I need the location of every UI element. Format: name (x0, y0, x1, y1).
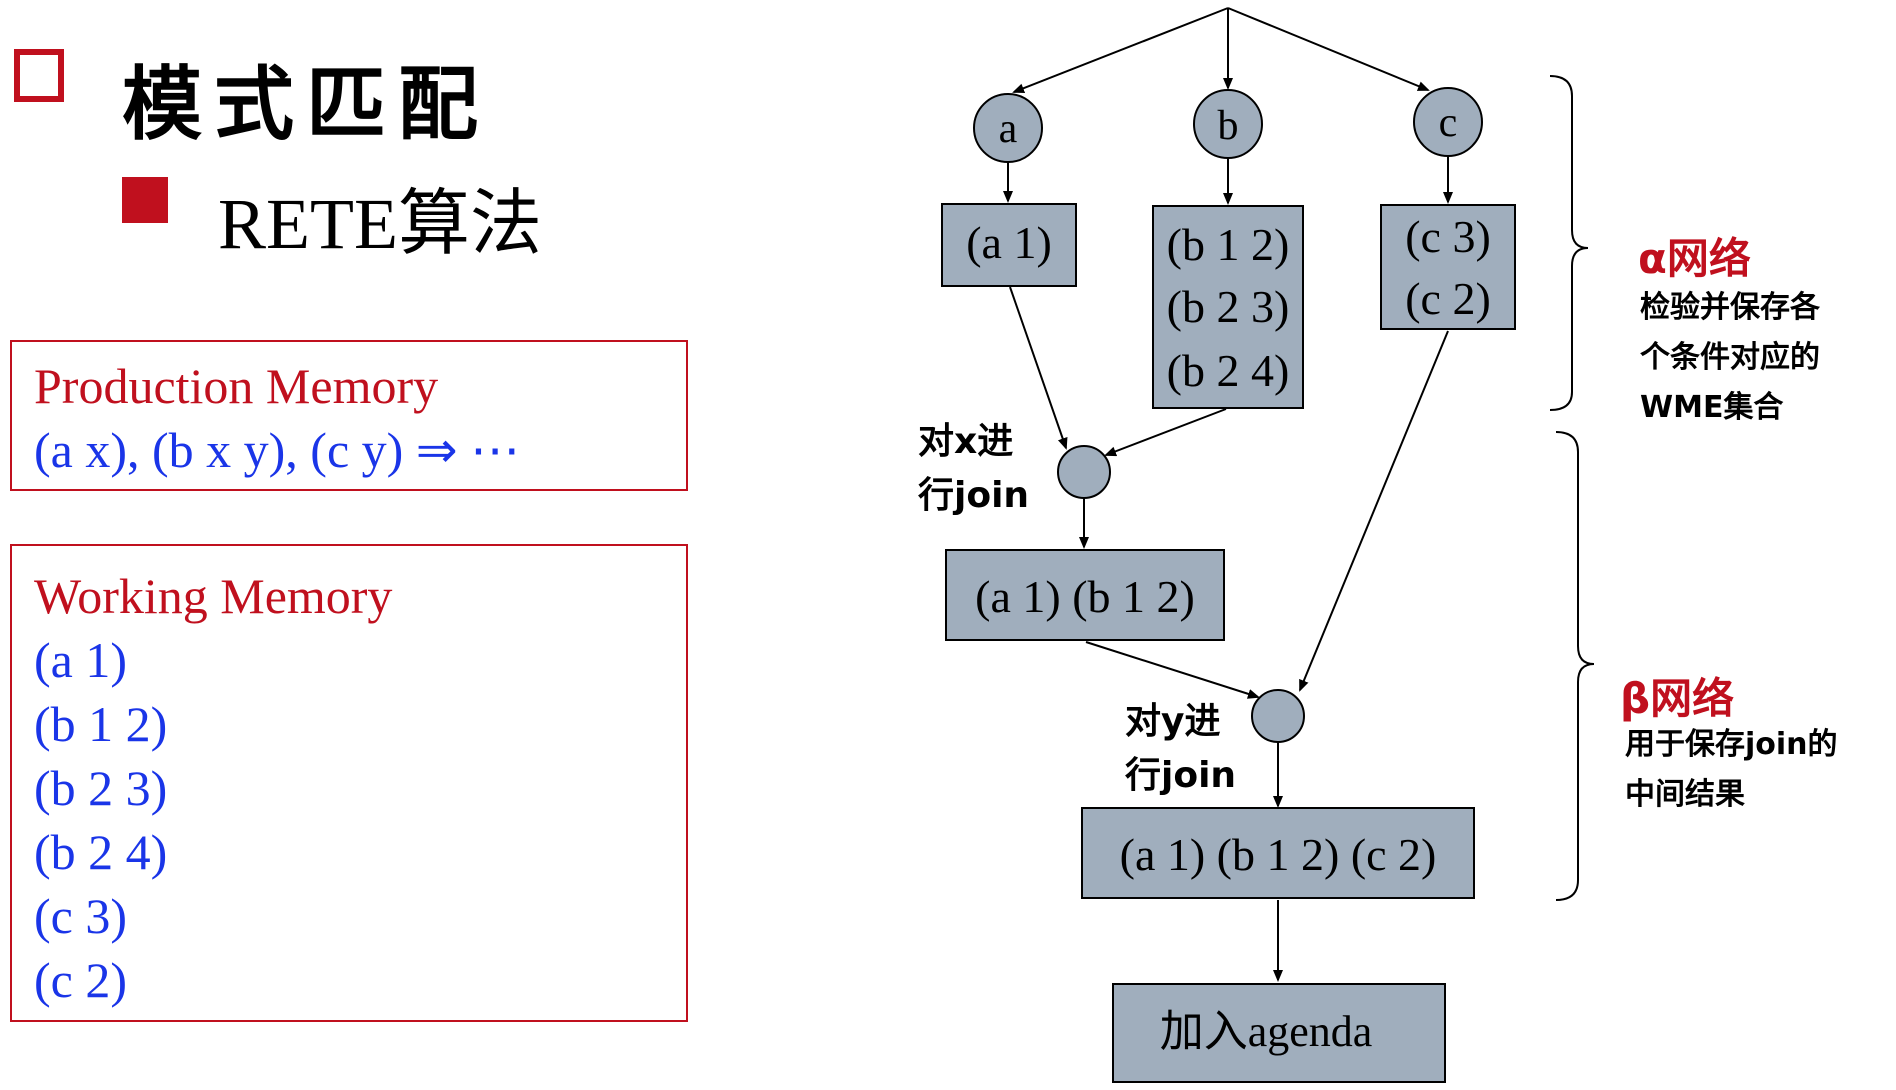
join-x-label: 对x进 行join (918, 421, 1030, 516)
agenda-text: 加入agenda (1160, 1007, 1373, 1056)
rete-network-diagram: a b c (a 1) (b 1 2) (b 2 3) (b 2 4) (c 3… (941, 7, 1595, 1083)
node-a-label: a (999, 106, 1018, 152)
alpha-a-item: (a 1) (966, 217, 1052, 268)
beta-network-title: β网络 (1620, 674, 1735, 723)
beta-brace (1555, 431, 1595, 901)
join-node-x (1057, 445, 1111, 499)
beta-2-text: (a 1) (b 1 2) (c 2) (1120, 829, 1437, 880)
alpha-b-item: (b 1 2) (1167, 219, 1290, 270)
alpha-b-item: (b 2 3) (1167, 281, 1290, 332)
alpha-brace (1549, 75, 1589, 411)
node-c-label: c (1439, 100, 1458, 146)
alpha-c-item: (c 3) (1405, 211, 1491, 262)
alpha-b-item: (b 2 4) (1167, 345, 1290, 396)
alpha-network-title: α网络 (1638, 234, 1751, 283)
beta-1-text: (a 1) (b 1 2) (975, 571, 1195, 622)
join-node-y (1251, 689, 1305, 743)
beta-network-description: 用于保存join的 中间结果 (1625, 727, 1838, 812)
join-y-label: 对y进 行join (1125, 701, 1237, 796)
alpha-network-description: 检验并保存各 个条件对应的 WME集合 (1640, 290, 1820, 425)
node-b-label: b (1218, 103, 1239, 149)
root-edges (1012, 7, 1430, 94)
alpha-c-item: (c 2) (1405, 273, 1491, 324)
